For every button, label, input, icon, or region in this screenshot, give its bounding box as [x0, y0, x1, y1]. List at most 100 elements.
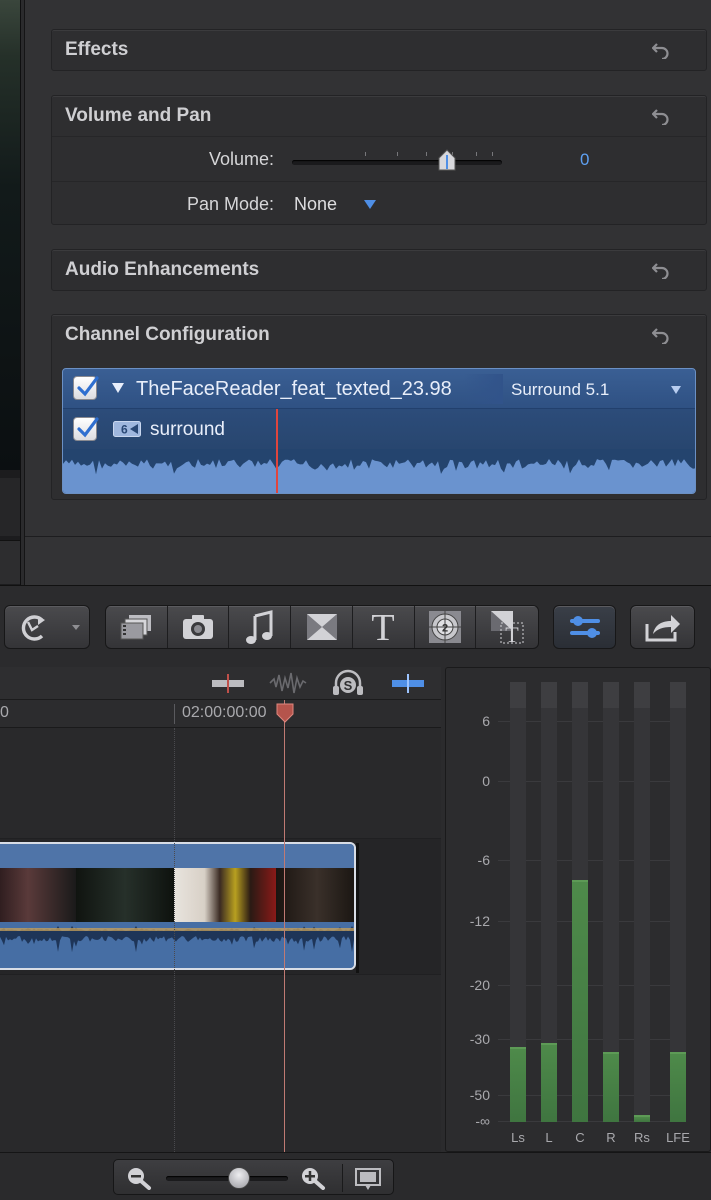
- snapping-icon: [392, 674, 424, 693]
- waveform-peak-band: [0, 928, 354, 931]
- volume-pan-section: Volume and Pan Volume: 0 Pan Mode: None: [51, 95, 707, 225]
- surround-channel-row[interactable]: 6 surround: [63, 409, 695, 449]
- meter-peak-indicator: [510, 682, 526, 708]
- retime-button[interactable]: [4, 605, 90, 649]
- meter-channel-lfe: [670, 682, 686, 1122]
- db-gridline: [498, 721, 686, 722]
- reset-icon[interactable]: [652, 326, 670, 344]
- reset-icon[interactable]: [652, 261, 670, 279]
- transitions-button[interactable]: [291, 606, 353, 648]
- db-gridline: [498, 1121, 686, 1122]
- effects-header[interactable]: Effects: [52, 30, 706, 70]
- zoom-control: [113, 1159, 394, 1195]
- clip-name-fade: [463, 374, 503, 404]
- reset-icon[interactable]: [652, 41, 670, 59]
- filmstrip-frame: [0, 868, 76, 922]
- db-scale-label: 6: [482, 713, 490, 729]
- reset-icon[interactable]: [652, 107, 670, 125]
- marker-line: [174, 728, 175, 1152]
- clip-appearance-filmstrip-icon[interactable]: [354, 1167, 382, 1191]
- timeline-header: S: [0, 667, 441, 700]
- channel-configuration-section: Channel Configuration TheFaceReader_feat…: [51, 314, 707, 500]
- zoom-in-icon[interactable]: [300, 1166, 326, 1190]
- checkmark-icon: [77, 417, 99, 438]
- filmstrip-frame: [174, 868, 276, 922]
- clip-edge: [356, 843, 359, 973]
- audio-enhancements-header[interactable]: Audio Enhancements: [52, 250, 706, 290]
- meter-peak-indicator: [541, 682, 557, 708]
- volume-row: Volume: 0: [52, 136, 706, 180]
- timeline-tracks[interactable]: [0, 728, 441, 1152]
- inspector-sliders-icon: [569, 616, 600, 638]
- channel-configuration-header[interactable]: Channel Configuration: [52, 315, 706, 355]
- timeline-clip[interactable]: [0, 842, 356, 970]
- generators-icon: 2: [428, 611, 461, 643]
- audio-enhancements-section[interactable]: Audio Enhancements: [51, 249, 707, 291]
- db-gridline: [498, 985, 686, 986]
- timeline-ruler[interactable]: 0 02:00:00:00: [0, 700, 441, 728]
- meter-level-bar: [572, 880, 588, 1122]
- generators-button[interactable]: 2: [415, 606, 477, 648]
- meter-level-bar: [634, 1115, 650, 1122]
- meter-channel-l: [541, 682, 557, 1122]
- meter-channel-label: Rs: [634, 1130, 650, 1145]
- effects-section[interactable]: Effects: [51, 29, 707, 71]
- audio-skimming-button[interactable]: [262, 669, 314, 698]
- zoom-out-icon[interactable]: [126, 1166, 152, 1190]
- zoom-divider: [342, 1164, 343, 1192]
- slider-tick: [492, 152, 493, 156]
- snapping-button[interactable]: [382, 669, 434, 698]
- pan-mode-dropdown-icon[interactable]: [364, 200, 376, 209]
- viewer-edge: [0, 0, 21, 585]
- themes-button[interactable]: T: [476, 606, 538, 648]
- ruler-timecode: 02:00:00:00: [182, 704, 267, 721]
- viewer-image: [0, 0, 20, 470]
- transitions-icon: [306, 614, 337, 640]
- volume-pan-header[interactable]: Volume and Pan: [52, 96, 706, 136]
- slider-tick: [365, 152, 366, 156]
- zoom-slider[interactable]: [166, 1176, 288, 1181]
- clip-appearance-button[interactable]: [202, 669, 254, 698]
- svg-text:S: S: [344, 678, 353, 693]
- zoom-knob[interactable]: [228, 1167, 250, 1189]
- timeline[interactable]: S 0 02:00:00:00: [0, 667, 441, 1152]
- volume-knob[interactable]: [438, 149, 456, 171]
- db-gridline: [498, 1039, 686, 1040]
- volume-slider[interactable]: [292, 149, 502, 171]
- inspector-toggle-button[interactable]: [553, 605, 616, 649]
- ruler-tick: [174, 704, 175, 724]
- db-scale-label: -30: [469, 1031, 490, 1047]
- solo-button[interactable]: S: [322, 669, 374, 698]
- volume-track[interactable]: [292, 160, 502, 165]
- share-button[interactable]: [630, 605, 695, 649]
- format-dropdown-icon[interactable]: [670, 385, 682, 395]
- titles-button[interactable]: T: [353, 606, 415, 648]
- browser-buttons: T 2 T: [105, 605, 539, 649]
- pan-mode-value[interactable]: None: [294, 194, 337, 215]
- playhead-handle-icon[interactable]: [276, 703, 294, 723]
- disclosure-triangle-icon[interactable]: [111, 382, 125, 394]
- titles-icon: T: [372, 610, 395, 644]
- inspector-footer: [25, 536, 711, 585]
- clip-enable-checkbox[interactable]: [73, 376, 99, 400]
- meter-channel-label: L: [545, 1130, 553, 1145]
- meter-level-bar: [541, 1043, 557, 1122]
- clip-channel-row[interactable]: TheFaceReader_feat_texted_23.98 Surround…: [63, 369, 695, 409]
- volume-value[interactable]: 0: [580, 150, 589, 170]
- db-scale-label: -12: [469, 913, 490, 929]
- viewer-footer: [0, 540, 20, 584]
- playhead[interactable]: [284, 700, 285, 1152]
- photos-button[interactable]: [168, 606, 230, 648]
- channel-config-list: TheFaceReader_feat_texted_23.98 Surround…: [62, 368, 696, 494]
- solo-headphones-icon: S: [333, 669, 363, 695]
- meter-peak-indicator: [634, 682, 650, 708]
- surround-enable-checkbox[interactable]: [73, 417, 99, 441]
- channel-format-popup[interactable]: Surround 5.1: [511, 380, 609, 400]
- meter-peak-indicator: [670, 682, 686, 708]
- music-button[interactable]: [229, 606, 292, 648]
- waveform-shape: [63, 459, 695, 493]
- db-scale-label: -20: [469, 977, 490, 993]
- media-browser-button[interactable]: [106, 606, 168, 648]
- channel-badge-icon: 6: [113, 421, 141, 437]
- svg-text:2: 2: [442, 623, 448, 635]
